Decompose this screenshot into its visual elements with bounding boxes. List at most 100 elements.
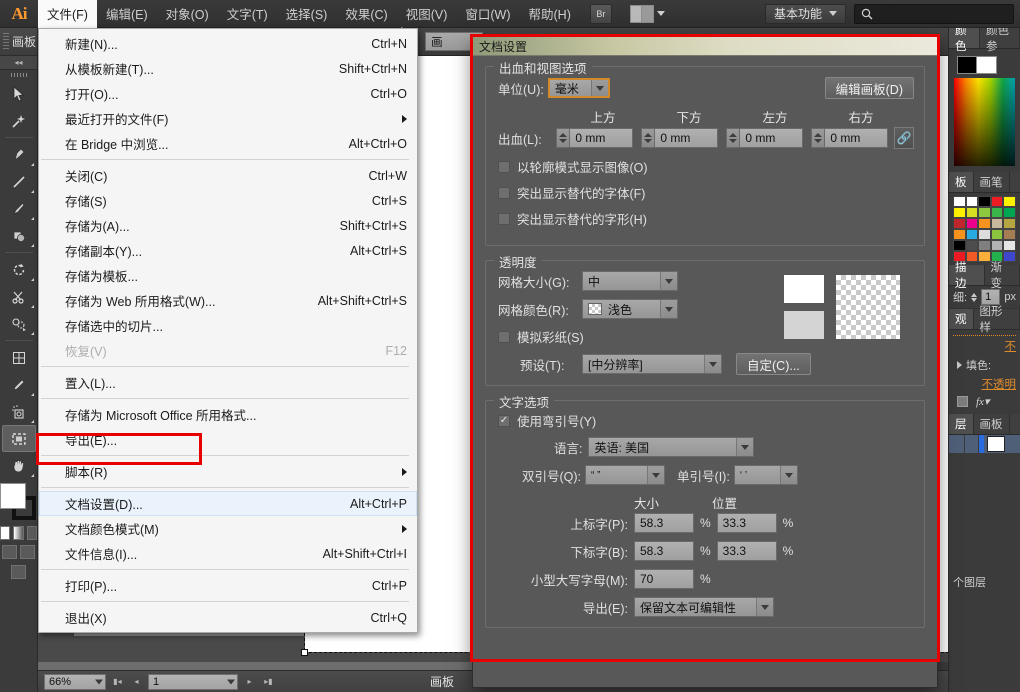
bleed-option-checkbox-0[interactable] bbox=[498, 160, 510, 173]
swatch[interactable] bbox=[953, 240, 966, 251]
tab-graphic-styles[interactable]: 图形样 bbox=[974, 306, 1020, 334]
bleed-option-checkbox-1[interactable] bbox=[498, 186, 510, 199]
appearance-fill-row[interactable]: 填色: bbox=[953, 354, 1016, 376]
arrange-documents-button[interactable] bbox=[612, 4, 665, 23]
gradient-button[interactable] bbox=[13, 526, 24, 540]
file-menu-item-23[interactable]: 文档颜色模式(M) bbox=[39, 516, 417, 541]
bleed-left-control[interactable]: 0 mm bbox=[726, 128, 804, 148]
file-menu-item-15[interactable]: 置入(L)... bbox=[39, 370, 417, 395]
lock-icon[interactable] bbox=[965, 435, 979, 453]
swatch[interactable] bbox=[990, 196, 1004, 207]
fx-icon[interactable]: fx▾ bbox=[976, 395, 989, 408]
menu-0[interactable]: 文件(F) bbox=[38, 0, 97, 28]
search-box[interactable] bbox=[854, 3, 1014, 24]
file-menu-item-11[interactable]: 存储为 Web 所用格式(W)... Alt+Shift+Ctrl+S bbox=[39, 288, 417, 313]
superscript-size-field[interactable]: 58.3 bbox=[634, 513, 694, 533]
file-menu-item-4[interactable]: 在 Bridge 中浏览... Alt+Ctrl+O bbox=[39, 131, 417, 156]
chevron-down-icon[interactable] bbox=[660, 272, 677, 290]
workspace-switcher-button[interactable]: 基本功能 bbox=[764, 3, 846, 24]
unit-select[interactable]: 毫米 bbox=[547, 78, 610, 98]
swatch[interactable] bbox=[978, 251, 991, 262]
paintbrush-tool[interactable] bbox=[2, 195, 36, 222]
bleed-bottom-stepper[interactable] bbox=[641, 128, 655, 148]
file-menu-dropdown[interactable]: 新建(N)... Ctrl+N 从模板新建(T)... Shift+Ctrl+N 打开(… bbox=[38, 28, 418, 633]
file-menu-item-26[interactable]: 打印(P)... Ctrl+P bbox=[39, 573, 417, 598]
superscript-position-field[interactable]: 33.3 bbox=[716, 513, 777, 533]
swatch[interactable] bbox=[1003, 207, 1016, 218]
file-menu-item-1[interactable]: 从模板新建(T)... Shift+Ctrl+N bbox=[39, 56, 417, 81]
swatch[interactable] bbox=[1003, 240, 1016, 251]
previous-artboard-button[interactable]: ◂ bbox=[129, 674, 144, 690]
bleed-top-stepper[interactable] bbox=[556, 128, 570, 148]
curly-quotes-checkbox[interactable]: ✓ bbox=[498, 414, 510, 427]
bleed-top-field[interactable]: 0 mm bbox=[569, 128, 634, 148]
file-menu-item-0[interactable]: 新建(N)... Ctrl+N bbox=[39, 31, 417, 56]
selection-tool[interactable] bbox=[2, 80, 36, 107]
fill-swatch[interactable] bbox=[0, 483, 26, 509]
scissors-tool[interactable] bbox=[2, 283, 36, 310]
appearance-opacity-row[interactable]: 不透明 bbox=[953, 376, 1017, 392]
tab-color[interactable]: 颜色 bbox=[949, 28, 980, 53]
zoom-level-field[interactable]: 66% bbox=[44, 673, 106, 690]
chevron-down-icon[interactable] bbox=[660, 300, 677, 318]
chevron-down-icon[interactable] bbox=[756, 598, 773, 616]
tab-color-guide[interactable]: 颜色参 bbox=[980, 28, 1020, 53]
chevron-down-icon[interactable] bbox=[647, 466, 665, 484]
draw-behind-button[interactable] bbox=[20, 545, 35, 559]
link-bleed-values-icon[interactable]: 🔗 bbox=[894, 127, 914, 149]
single-quotes-select[interactable]: ‘ ’ bbox=[733, 465, 798, 485]
bleed-left-field[interactable]: 0 mm bbox=[739, 128, 804, 148]
grid-color-select[interactable]: 浅色 bbox=[582, 299, 678, 319]
swatch[interactable] bbox=[965, 207, 979, 218]
blend-tool[interactable] bbox=[2, 310, 36, 337]
curly-quotes-row[interactable]: ✓ 使用弯引号(Y) bbox=[498, 411, 914, 430]
fill-stroke-swatches[interactable] bbox=[0, 483, 36, 523]
tab-stroke[interactable]: 描边 bbox=[949, 262, 985, 290]
file-menu-item-20[interactable]: 脚本(R) bbox=[39, 459, 417, 484]
menu-1[interactable]: 编辑(E) bbox=[97, 0, 157, 28]
subscript-position-field[interactable]: 33.3 bbox=[716, 541, 777, 561]
shape-builder-tool[interactable] bbox=[2, 222, 36, 249]
collapse-tools-button[interactable]: ◂◂ bbox=[0, 56, 37, 70]
artboard-handle[interactable] bbox=[301, 649, 308, 656]
mesh-tool[interactable] bbox=[2, 344, 36, 371]
bleed-bottom-control[interactable]: 0 mm bbox=[641, 128, 719, 148]
simulate-paper-row[interactable]: 模拟彩纸(S) bbox=[498, 327, 784, 346]
file-menu-item-7[interactable]: 存储(S) Ctrl+S bbox=[39, 188, 417, 213]
search-input[interactable] bbox=[878, 7, 1007, 20]
magic-wand-tool[interactable] bbox=[2, 107, 36, 134]
chevron-down-icon[interactable] bbox=[736, 438, 754, 456]
smallcaps-field[interactable]: 70 bbox=[634, 569, 694, 589]
language-select[interactable]: 英语: 美国 bbox=[588, 437, 755, 457]
color-spectrum-ramp[interactable] bbox=[954, 78, 1015, 166]
swatch-grid[interactable] bbox=[953, 196, 1016, 262]
bleed-right-control[interactable]: 0 mm bbox=[811, 128, 889, 148]
file-menu-item-6[interactable]: 关闭(C) Ctrl+W bbox=[39, 163, 417, 188]
file-menu-item-3[interactable]: 最近打开的文件(F) bbox=[39, 106, 417, 131]
paper-color-swatch-white[interactable] bbox=[784, 275, 824, 303]
chevron-down-icon[interactable] bbox=[590, 80, 608, 96]
grid-size-select[interactable]: 中 bbox=[582, 271, 678, 291]
next-artboard-button[interactable]: ▸ bbox=[242, 674, 257, 690]
file-menu-item-2[interactable]: 打开(O)... Ctrl+O bbox=[39, 81, 417, 106]
hand-tool[interactable] bbox=[2, 452, 36, 479]
file-menu-item-12[interactable]: 存储选中的切片... bbox=[39, 313, 417, 338]
bleed-left-stepper[interactable] bbox=[726, 128, 740, 148]
edit-artboard-button[interactable]: 编辑画板(D) bbox=[824, 77, 914, 99]
appearance-stroke-row[interactable]: 不 bbox=[953, 338, 1017, 354]
bleed-top-control[interactable]: 0 mm bbox=[556, 128, 634, 148]
subscript-size-field[interactable]: 58.3 bbox=[634, 541, 694, 561]
panel-stroke-swatch[interactable] bbox=[977, 56, 997, 74]
menu-8[interactable]: 帮助(H) bbox=[520, 0, 580, 28]
artboard-tool[interactable] bbox=[1, 425, 36, 452]
stroke-weight-stepper[interactable] bbox=[971, 292, 978, 302]
swatch[interactable] bbox=[978, 196, 991, 207]
swatch[interactable] bbox=[990, 218, 1004, 229]
file-menu-item-24[interactable]: 文件信息(I)... Alt+Shift+Ctrl+I bbox=[39, 541, 417, 566]
first-artboard-button[interactable]: ▮◂ bbox=[110, 674, 125, 690]
menu-3[interactable]: 文字(T) bbox=[218, 0, 277, 28]
chevron-down-icon[interactable] bbox=[704, 355, 721, 373]
tools-panel-tab[interactable]: 画板 bbox=[0, 28, 37, 56]
swatch[interactable] bbox=[990, 229, 1004, 240]
swatch[interactable] bbox=[990, 240, 1004, 251]
